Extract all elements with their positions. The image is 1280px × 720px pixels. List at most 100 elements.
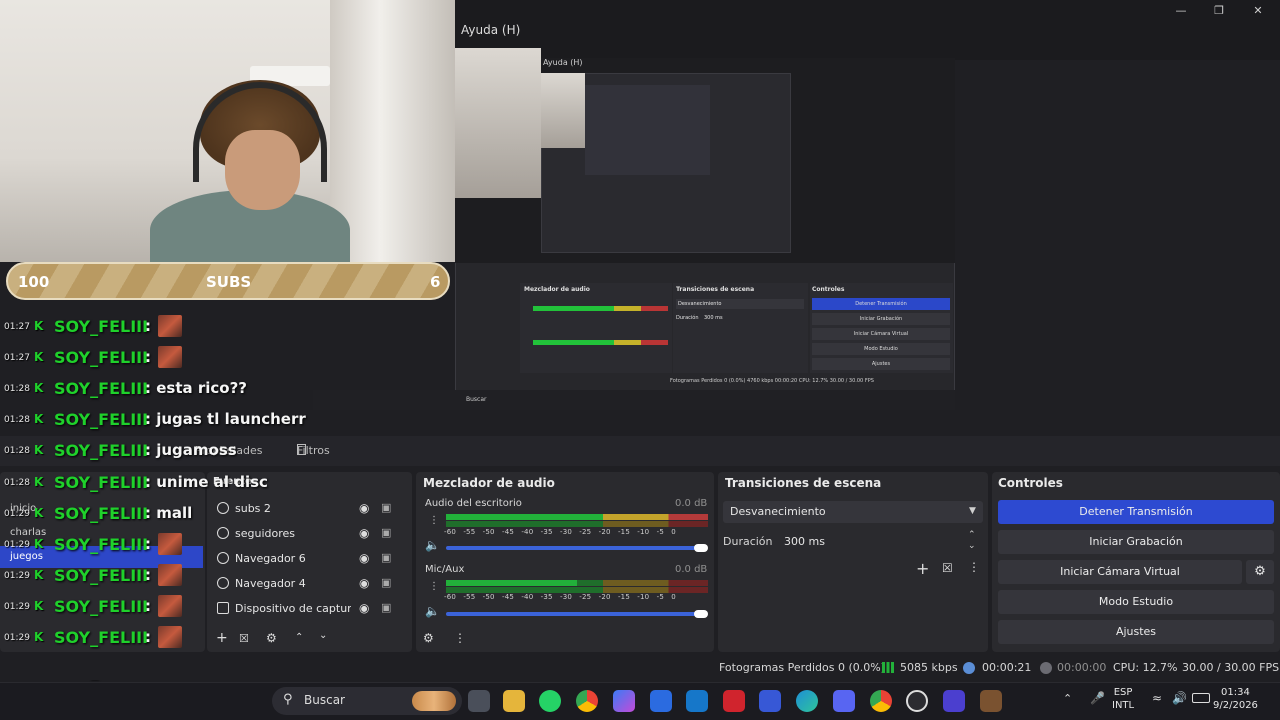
kebab-menu-icon[interactable]: ⋮ <box>429 581 439 592</box>
stream-status-icon <box>963 662 975 674</box>
speaker-icon[interactable]: 🔈 <box>425 538 440 552</box>
language-indicator[interactable]: ESP INTL <box>1112 686 1134 712</box>
transition-select[interactable]: Desvanecimiento <box>723 501 983 523</box>
volume-slider-knob[interactable] <box>694 610 708 618</box>
chat-time: 01:29 <box>4 602 30 612</box>
store-icon[interactable] <box>650 690 672 712</box>
channel-name: Audio del escritorio <box>425 498 522 509</box>
edge-icon[interactable] <box>796 690 818 712</box>
chat-time: 01:28 <box>4 478 30 488</box>
volume-slider[interactable] <box>446 546 704 550</box>
chat-text: : jugas tl launcherr <box>145 410 306 428</box>
volume-slider[interactable] <box>446 612 704 616</box>
fps: 30.00 / 30.00 FPS <box>1182 661 1280 674</box>
studio-mode-button[interactable]: Modo Estudio <box>998 590 1274 614</box>
eye-icon[interactable]: ◉ <box>359 601 369 615</box>
chat-time: 01:29 <box>4 509 30 519</box>
settings-button[interactable]: Ajustes <box>998 620 1274 644</box>
clock[interactable]: 01:34 9/2/2026 <box>1213 686 1258 712</box>
minecraft-icon[interactable] <box>980 690 1002 712</box>
kebab-menu-icon[interactable]: ⋮ <box>454 631 466 645</box>
preview-titlebar <box>541 48 955 58</box>
chat-message: 01:29 K SOY_FELIII: <box>4 562 304 592</box>
lock-icon[interactable]: ▣ <box>381 551 391 564</box>
eye-icon[interactable]: ◉ <box>359 576 369 590</box>
preview-transitions-title: Transiciones de escena <box>676 286 755 293</box>
volume-icon[interactable]: 🔊 <box>1172 691 1187 705</box>
chat-time: 01:29 <box>4 633 30 643</box>
whatsapp-icon[interactable] <box>539 690 561 712</box>
duration-stepper[interactable]: ⌃ ⌄ <box>968 530 976 552</box>
remove-transition-icon[interactable]: ☒ <box>942 561 953 575</box>
start-recording-button[interactable]: Iniciar Grabación <box>998 530 1274 554</box>
add-transition-icon[interactable]: + <box>916 559 929 578</box>
task-view-icon[interactable] <box>468 690 490 712</box>
discord-icon[interactable] <box>833 690 855 712</box>
chat-text: : <box>145 535 151 553</box>
minimize-icon[interactable]: — <box>1163 2 1199 20</box>
preview-status: Fotogramas Perdidos 0 (0.0%) 4760 kbps 0… <box>670 378 874 384</box>
volume-slider-knob[interactable] <box>694 544 708 552</box>
stop-streaming-button[interactable]: Detener Transmisión <box>998 500 1274 524</box>
video-icon[interactable] <box>723 690 745 712</box>
eye-icon[interactable]: ◉ <box>359 551 369 565</box>
record-status-icon <box>1040 662 1052 674</box>
cpu-usage: CPU: 12.7% <box>1113 661 1178 674</box>
chat-username: SOY_FELIII <box>54 317 149 336</box>
chevron-up-icon[interactable]: ⌃ <box>1063 692 1072 705</box>
signal-icon <box>882 662 894 673</box>
lock-icon[interactable]: ▣ <box>381 576 391 589</box>
wifi-icon[interactable]: ≈ <box>1152 691 1162 705</box>
chat-username: SOY_FELIII <box>54 628 149 647</box>
duration-field[interactable]: 300 ms <box>780 531 985 553</box>
audio-meter <box>446 580 708 586</box>
move-down-icon[interactable]: ⌄ <box>319 630 327 641</box>
badge-icon: K <box>34 599 44 613</box>
channel-db: 0.0 dB <box>675 564 708 575</box>
chat-username: SOY_FELIII <box>54 473 149 492</box>
emote-icon <box>158 346 182 368</box>
emote-icon <box>158 315 182 337</box>
duration-label: Duración <box>723 535 773 548</box>
audio-meter-secondary <box>446 521 708 527</box>
window-title: Ayuda (H) <box>461 23 521 37</box>
emote-icon <box>158 564 182 586</box>
chrome-icon[interactable] <box>870 690 892 712</box>
language-top: ESP <box>1113 687 1133 698</box>
preview-meter-1 <box>533 306 668 311</box>
chat-username: SOY_FELIII <box>54 410 149 429</box>
kebab-menu-icon[interactable]: ⋮ <box>429 515 439 526</box>
mixer-settings-icon[interactable]: ⚙ <box>423 631 434 645</box>
kebab-menu-icon[interactable]: ⋮ <box>968 560 980 574</box>
subs-goal-target: 6 <box>430 273 441 291</box>
copilot-icon[interactable] <box>613 690 635 712</box>
app-icon[interactable] <box>759 690 781 712</box>
badge-icon: K <box>34 319 44 333</box>
start-virtual-camera-button[interactable]: Iniciar Cámara Virtual <box>998 560 1242 584</box>
chat-text: : <box>145 317 151 335</box>
grid-app-icon[interactable] <box>943 690 965 712</box>
file-explorer-icon[interactable] <box>503 690 525 712</box>
lock-icon[interactable]: ▣ <box>381 526 391 539</box>
outlook-icon[interactable] <box>686 690 708 712</box>
microphone-icon[interactable]: 🎤 <box>1090 691 1105 705</box>
eye-icon[interactable]: ◉ <box>359 526 369 540</box>
close-icon[interactable]: ✕ <box>1240 2 1276 20</box>
preview-mixer-title: Mezclador de audio <box>524 286 590 293</box>
obs-icon[interactable] <box>906 690 928 712</box>
mixer-title: Mezclador de audio <box>423 476 555 490</box>
speaker-icon[interactable]: 🔈 <box>425 604 440 618</box>
eye-icon[interactable]: ◉ <box>359 501 369 515</box>
preview-btn-stop: Detener Transmisión <box>812 298 950 310</box>
restore-icon[interactable]: ❐ <box>1201 2 1237 20</box>
chat-time: 01:29 <box>4 571 30 581</box>
gear-icon[interactable]: ⚙ <box>1246 560 1274 584</box>
chat-message: 01:27 K SOY_FELIII: <box>4 344 304 374</box>
badge-icon: K <box>34 537 44 551</box>
lock-icon[interactable]: ▣ <box>381 501 391 514</box>
chat-text: : jugamoss <box>145 441 237 459</box>
lock-icon[interactable]: ▣ <box>381 601 391 614</box>
preview-taskbar <box>313 390 955 410</box>
battery-icon[interactable] <box>1192 693 1210 703</box>
chrome-icon[interactable] <box>576 690 598 712</box>
